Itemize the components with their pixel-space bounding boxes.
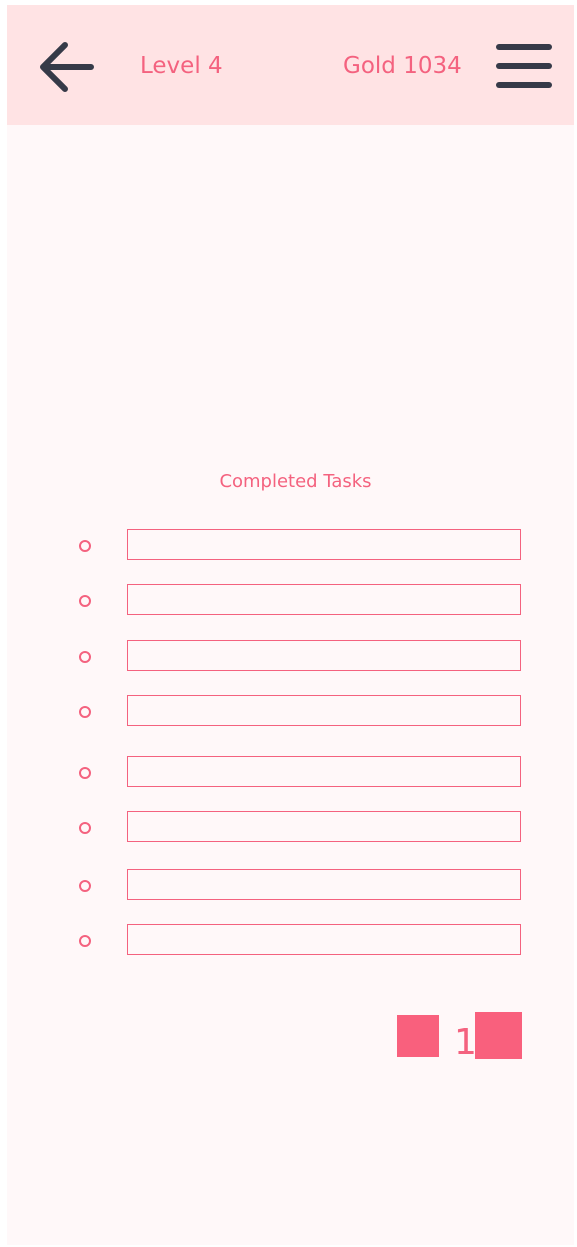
task-row (7, 869, 574, 903)
gold-label: Gold 1034 (343, 53, 462, 79)
bullet-icon (79, 880, 91, 892)
task-row (7, 640, 574, 674)
bullet-icon (79, 540, 91, 552)
current-page-number: 1 (454, 1022, 477, 1063)
task-field[interactable] (127, 869, 521, 900)
app-screen: Level 4 Gold 1034 Completed Tasks 1 (7, 5, 574, 1245)
task-field[interactable] (127, 640, 521, 671)
bullet-icon (79, 935, 91, 947)
task-field[interactable] (127, 756, 521, 787)
top-bar: Level 4 Gold 1034 (7, 5, 574, 125)
bullet-icon (79, 595, 91, 607)
task-field[interactable] (127, 529, 521, 560)
next-page-button[interactable] (475, 1012, 522, 1059)
hamburger-menu-icon (496, 44, 552, 88)
bullet-icon (79, 651, 91, 663)
bullet-icon (79, 767, 91, 779)
task-row (7, 756, 574, 790)
arrow-left-icon (40, 42, 94, 92)
task-row (7, 811, 574, 845)
pagination: 1 (397, 1011, 527, 1063)
task-field[interactable] (127, 924, 521, 955)
menu-button[interactable] (495, 41, 553, 91)
task-field[interactable] (127, 811, 521, 842)
completed-tasks-title: Completed Tasks (219, 471, 372, 492)
bullet-icon (79, 822, 91, 834)
task-row (7, 584, 574, 618)
bullet-icon (79, 706, 91, 718)
task-field[interactable] (127, 695, 521, 726)
task-row (7, 924, 574, 958)
task-row (7, 529, 574, 563)
back-button[interactable] (35, 39, 99, 95)
task-field[interactable] (127, 584, 521, 615)
level-label: Level 4 (140, 53, 223, 79)
task-row (7, 695, 574, 729)
previous-page-button[interactable] (397, 1015, 439, 1057)
